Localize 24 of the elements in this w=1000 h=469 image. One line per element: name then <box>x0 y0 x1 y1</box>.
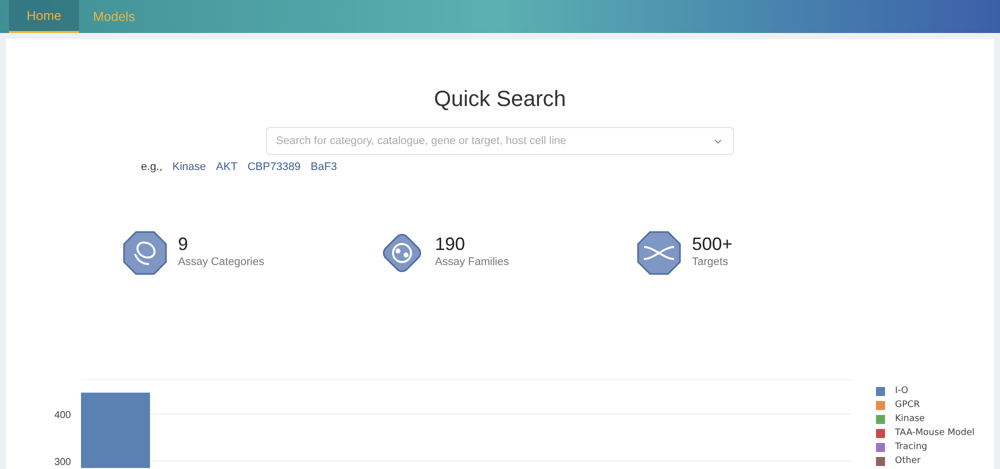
legend-label: Tracing <box>895 440 928 454</box>
legend-label: GPCR <box>895 398 920 412</box>
chevron-down-icon <box>714 139 722 144</box>
octagon-petri-dish-icon <box>122 230 168 276</box>
examples-label: e.g., <box>141 160 162 175</box>
stat-label: Assay Categories <box>178 255 264 270</box>
stat-value: 190 <box>435 234 466 254</box>
example-link[interactable]: BaF3 <box>310 159 337 176</box>
stat-value: 500+ <box>692 234 733 254</box>
search-field[interactable]: Search for category, catalogue, gene or target, host cell line <box>266 127 734 155</box>
dna-helix-icon <box>636 230 682 276</box>
page-title: Quick Search <box>434 85 566 113</box>
legend-label: TAA-Mouse Model <box>895 426 974 440</box>
stat-value: 9 <box>178 234 190 254</box>
legend-label: Kinase <box>895 412 925 426</box>
legend-label: I-O <box>895 384 908 398</box>
example-link[interactable]: CBP73389 <box>247 159 301 176</box>
stat-label: Targets <box>692 255 730 270</box>
legend-label: Other <box>895 454 921 468</box>
axis-tick-label: 300 <box>54 456 71 468</box>
stat-label: Assay Families <box>435 255 509 270</box>
example-link[interactable]: Kinase <box>172 159 206 176</box>
axis-tick-label: 400 <box>54 410 71 421</box>
example-link[interactable]: AKT <box>216 159 238 176</box>
